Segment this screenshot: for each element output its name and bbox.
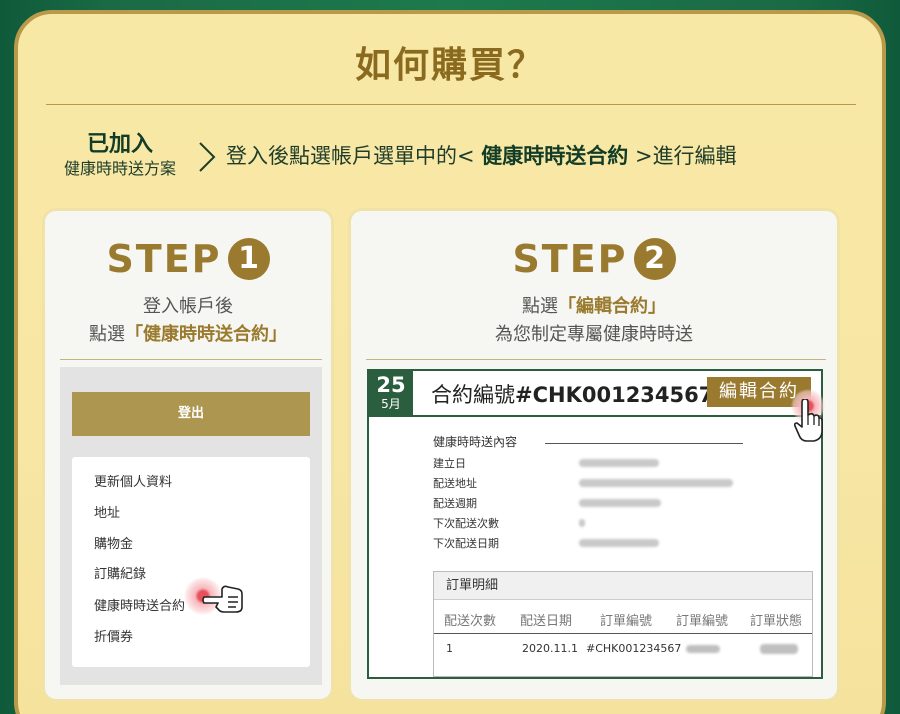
order-detail-table: 訂單明細 配送次數 配送日期 訂單編號 訂單編號 訂單狀態 1 2020.11.… xyxy=(433,571,813,677)
instruction-text: 登入後點選帳戶選單中的< 健康時時送合約 >進行編輯 xyxy=(226,140,737,170)
row-order-no: #CHK001234567 xyxy=(586,642,682,655)
table-row: 1 2020.11.1 #CHK001234567 xyxy=(434,634,812,662)
step1-divider xyxy=(60,359,322,360)
step1-label: STEP xyxy=(106,237,222,281)
chevron-right-icon xyxy=(199,142,216,172)
order-table-title: 訂單明細 xyxy=(434,572,812,600)
field-cycle: 配送週期 xyxy=(433,497,477,510)
col-date: 配送日期 xyxy=(520,614,573,629)
title-divider xyxy=(46,104,856,105)
field-address: 配送地址 xyxy=(433,477,477,490)
contract-number-value: #CHK001234567 xyxy=(515,383,714,407)
contract-month: 5月 xyxy=(381,397,401,411)
blurred-value xyxy=(579,519,585,527)
col-status: 訂單狀態 xyxy=(750,614,803,629)
step2-description: 點選「編輯合約」 為您制定專屬健康時時送 xyxy=(351,293,837,349)
contract-mock: 25 5月 合約編號#CHK001234567 編輯合約 健康時時送內容 建立日… xyxy=(367,369,825,679)
field-next-date: 下次配送日期 xyxy=(433,537,499,550)
contract-number-prefix: 合約編號 xyxy=(431,383,515,407)
step1-desc-line1: 登入帳戶後 xyxy=(143,296,233,317)
blurred-value xyxy=(686,645,720,653)
blurred-value xyxy=(579,499,661,507)
step1-desc-pre: 點選 xyxy=(89,324,125,345)
step2-number: 2 xyxy=(633,238,676,280)
menu-item-orders[interactable]: 訂購紀錄 xyxy=(94,563,146,582)
blurred-value xyxy=(579,459,659,467)
logout-button[interactable]: 登出 xyxy=(72,392,310,436)
step2-desc-pre: 點選 xyxy=(522,296,558,317)
contract-header-rule xyxy=(369,415,821,417)
contract-date-badge: 25 5月 xyxy=(369,371,413,415)
contract-number: 合約編號#CHK001234567 xyxy=(431,379,713,409)
step2-heading: STEP 2 xyxy=(351,237,837,281)
account-menu-mock: 登出 更新個人資料 地址 購物金 訂購紀錄 健康時時送合約 折價券 xyxy=(60,367,322,685)
menu-item-address[interactable]: 地址 xyxy=(94,502,120,521)
step1-number: 1 xyxy=(227,238,270,280)
menu-item-health-contract[interactable]: 健康時時送合約 xyxy=(94,595,185,614)
menu-item-coupons[interactable]: 折價券 xyxy=(94,626,133,645)
blurred-value xyxy=(579,539,659,547)
step1-desc-bold: 「健康時時送合約」 xyxy=(125,324,287,345)
contract-section-title: 健康時時送內容 xyxy=(433,435,518,449)
step1-card: STEP 1 登入帳戶後 點選「健康時時送合約」 登出 更新個人資料 地址 購物金… xyxy=(42,208,334,702)
plan-name: 健康時時送方案 xyxy=(63,159,176,178)
added-plan-label: 已加入 健康時時送方案 xyxy=(50,132,190,180)
step2-desc-line1: 點選「編輯合約」 xyxy=(351,293,837,321)
added-label: 已加入 xyxy=(86,132,153,157)
step2-card: STEP 2 點選「編輯合約」 為您制定專屬健康時時送 25 5月 合約編號#CH… xyxy=(348,208,840,702)
col-order-no: 訂單編號 xyxy=(600,614,653,629)
step2-divider xyxy=(366,359,826,360)
pointing-hand-icon xyxy=(202,585,243,613)
blurred-value xyxy=(760,644,798,654)
instruction-after: >進行編輯 xyxy=(628,144,737,168)
account-menu-list: 更新個人資料 地址 購物金 訂購紀錄 健康時時送合約 折價券 xyxy=(72,457,310,667)
instruction-before: 登入後點選帳戶選單中的< xyxy=(226,144,482,168)
menu-item-credit[interactable]: 購物金 xyxy=(94,533,133,552)
field-created: 建立日 xyxy=(433,457,466,470)
step2-label: STEP xyxy=(512,237,628,281)
step1-heading: STEP 1 xyxy=(45,237,331,281)
col-count: 配送次數 xyxy=(444,614,497,629)
order-table-header: 配送次數 配送日期 訂單編號 訂單編號 訂單狀態 xyxy=(434,600,812,634)
step2-desc-bold: 「編輯合約」 xyxy=(558,296,666,317)
blurred-value xyxy=(579,479,733,487)
field-next-count: 下次配送次數 xyxy=(433,517,499,530)
row-count: 1 xyxy=(446,642,453,655)
menu-item-profile[interactable]: 更新個人資料 xyxy=(94,471,172,490)
instruction-bold: 健康時時送合約 xyxy=(481,144,629,168)
step1-description: 登入帳戶後 點選「健康時時送合約」 xyxy=(45,293,331,349)
step1-desc-line2: 點選「健康時時送合約」 xyxy=(45,321,331,349)
page-title: 如何購買？ xyxy=(354,45,545,86)
section-underline xyxy=(545,443,743,444)
step2-desc-line2: 為您制定專屬健康時時送 xyxy=(495,324,693,345)
col-order-no-2: 訂單編號 xyxy=(676,614,729,629)
contract-day: 25 xyxy=(376,373,406,397)
row-date: 2020.11.1 xyxy=(522,642,578,655)
cursor-hand-icon xyxy=(793,399,823,442)
